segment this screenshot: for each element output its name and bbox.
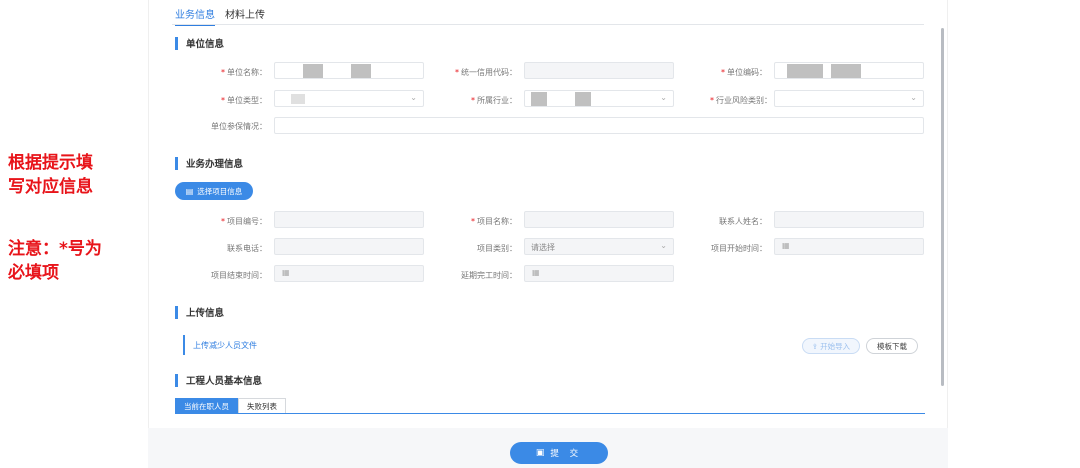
submit-button[interactable]: ▣ 提 交 [510,442,608,464]
redaction [351,64,371,78]
chevron-down-icon: ⌄ [410,93,417,102]
upload-file-label: 上传减少人员文件 [193,340,257,350]
section-marker [175,156,178,170]
staff-tabs: 当前在职人员 失败列表 [175,398,286,414]
section-title-text: 单位信息 [186,39,225,50]
start-import-button[interactable]: ⇪ 开始导入 [802,338,860,354]
label-project-no: * 项目编号： [221,217,267,226]
tabs-divider [172,24,924,25]
tab-current-staff[interactable]: 当前在职人员 [175,398,238,414]
section-title-text: 上传信息 [186,308,225,319]
chevron-down-icon: ⌄ [660,93,667,102]
tab-material-upload[interactable]: 材料上传 [225,6,265,26]
section-marker [175,305,178,319]
upload-file-link[interactable]: 上传减少人员文件 [183,335,257,355]
label-risk-category: * 行业风险类别： [710,96,772,105]
calendar-icon: ▦ [782,241,790,250]
section-marker [175,373,178,387]
annotation-line: 必填项 [8,263,59,283]
section-marker [175,36,178,50]
unit-type-select[interactable]: ⌄ [274,90,424,107]
contact-name-field[interactable] [774,211,924,228]
redaction [575,92,591,106]
project-category-placeholder: 请选择 [531,243,555,252]
industry-select[interactable]: ⌄ [524,90,674,107]
redaction [303,64,323,78]
top-tabs: 业务信息 材料上传 [175,6,275,26]
annotation-required-hint: 注意：*号为 必填项 [8,237,148,285]
label-unit-code: * 单位编码： [721,68,767,77]
start-import-label: 开始导入 [820,341,851,351]
calendar-icon: ▦ [532,268,540,277]
label-unit-name: * 单位名称： [221,68,267,77]
staff-tabs-underline [175,413,925,414]
label-contact-name: 联系人姓名： [719,217,767,226]
select-project-label: 选择项目信息 [197,186,243,196]
extend-time-picker[interactable]: ▦ [524,265,674,282]
label-end-time: 项目结束时间： [211,271,267,280]
project-no-field[interactable] [274,211,424,228]
annotation-fill-hint: 根据提示填 写对应信息 [8,151,138,199]
calendar-icon: ▦ [282,268,290,277]
redaction [831,64,861,78]
import-icon: ⇪ [811,341,819,351]
label-industry: * 所属行业： [471,96,517,105]
section-unit-info: 单位信息 [175,36,224,50]
submit-label: 提 交 [550,449,583,459]
clipboard-icon: ▣ [535,448,545,458]
page-root: 根据提示填 写对应信息 注意：*号为 必填项 业务信息 材料上传 单位信息 * 单… [0,0,1080,468]
label-extend-time: 延期完工时间： [461,271,517,280]
tab-failed-list[interactable]: 失败列表 [238,398,286,414]
select-project-button[interactable]: ▤ 选择项目信息 [175,182,253,200]
project-name-field[interactable] [524,211,674,228]
contact-phone-field[interactable] [274,238,424,255]
tab-business-info[interactable]: 业务信息 [175,6,215,26]
label-unit-type: * 单位类型： [221,96,267,105]
unit-code-field[interactable] [774,62,924,79]
chevron-down-icon: ⌄ [910,93,917,102]
label-contact-phone: 联系电话： [227,244,267,253]
redaction [531,92,547,106]
insurance-field[interactable] [274,117,924,134]
project-category-select[interactable]: 请选择 ⌄ [524,238,674,255]
chevron-down-icon: ⌄ [660,241,667,250]
label-project-category: 项目类别： [477,244,517,253]
label-project-name: * 项目名称： [471,217,517,226]
label-start-time: 项目开始时间： [711,244,767,253]
annotation-line: 根据提示填 [8,153,93,173]
redaction [787,64,823,78]
credit-code-field[interactable] [524,62,674,79]
scrollbar-thumb[interactable] [941,28,944,386]
section-upload-info: 上传信息 [175,305,224,319]
document-icon: ▤ [185,186,194,196]
unit-name-field[interactable] [274,62,424,79]
template-download-label: 模板下载 [877,341,907,351]
section-business-info: 业务办理信息 [175,156,243,170]
template-download-button[interactable]: 模板下载 [866,338,918,354]
label-credit-code: * 统一信用代码： [455,68,517,77]
annotation-line: 注意：*号为 [8,239,102,259]
end-time-picker[interactable]: ▦ [274,265,424,282]
label-insurance: 单位参保情况： [211,122,267,131]
section-title-text: 业务办理信息 [186,159,244,170]
risk-category-select[interactable]: ⌄ [774,90,924,107]
section-staff-info: 工程人员基本信息 [175,373,262,387]
start-time-picker[interactable]: ▦ [774,238,924,255]
section-title-text: 工程人员基本信息 [186,376,263,387]
annotation-line: 写对应信息 [8,177,93,197]
redaction [291,94,305,104]
